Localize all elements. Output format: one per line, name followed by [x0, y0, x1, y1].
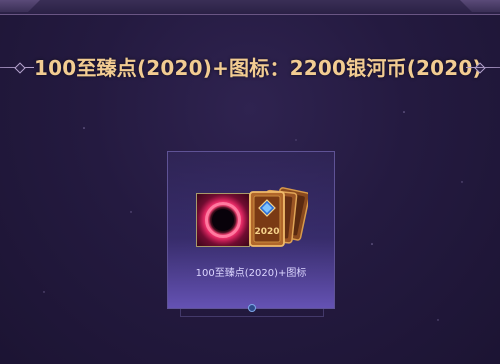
reward-card-label: 100至臻点(2020)+图标	[195, 268, 307, 279]
divider-diamond-left-icon	[14, 62, 26, 74]
top-border-band	[0, 0, 500, 15]
card-indicator-dot	[248, 304, 256, 312]
icon-year-text: 2020	[254, 227, 279, 237]
title-divider-right	[466, 67, 500, 68]
2020-icon-frames-icon: 2020	[249, 187, 308, 247]
reward-title: 100至臻点(2020)+图标：2200银河币(2020)	[34, 56, 482, 80]
vortex-core	[212, 209, 234, 231]
prestige-points-vortex-icon	[196, 193, 250, 247]
reward-title-row: 100至臻点(2020)+图标：2200银河币(2020)	[0, 50, 500, 86]
